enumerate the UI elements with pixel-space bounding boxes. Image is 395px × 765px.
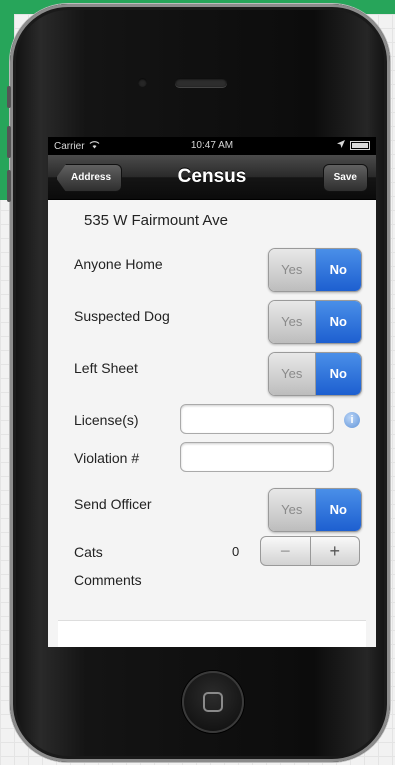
cats-label: Cats <box>74 544 103 560</box>
left-sheet-toggle[interactable]: Yes No <box>268 352 362 396</box>
left-sheet-label: Left Sheet <box>74 360 138 376</box>
front-camera <box>138 78 147 87</box>
home-square-icon <box>203 692 223 712</box>
comments-textarea[interactable] <box>58 620 366 647</box>
battery-icon <box>350 141 370 150</box>
row-suspected-dog: Suspected Dog Yes No <box>74 296 368 344</box>
row-left-sheet: Left Sheet Yes No <box>74 348 368 396</box>
anyone-home-no[interactable]: No <box>315 249 361 291</box>
phone-device: Carrier 10:47 AM Address Census Save 535… <box>7 4 390 762</box>
status-bar: Carrier 10:47 AM <box>48 137 376 155</box>
anyone-home-toggle[interactable]: Yes No <box>268 248 362 292</box>
earpiece-speaker <box>175 78 227 87</box>
anyone-home-yes[interactable]: Yes <box>269 249 316 291</box>
comments-label: Comments <box>74 572 142 588</box>
anyone-home-label: Anyone Home <box>74 256 163 272</box>
navigation-bar: Address Census Save <box>48 155 376 200</box>
volume-up-button <box>7 126 11 158</box>
license-input[interactable] <box>180 404 334 434</box>
status-right <box>337 140 370 151</box>
suspected-dog-label: Suspected Dog <box>74 308 170 324</box>
mute-switch <box>7 86 11 108</box>
send-officer-toggle[interactable]: Yes No <box>268 488 362 532</box>
row-violation: Violation # <box>74 438 368 478</box>
cats-count: 0 <box>232 544 240 559</box>
address-text: 535 W Fairmount Ave <box>84 212 228 229</box>
home-button[interactable] <box>182 671 244 733</box>
left-sheet-no[interactable]: No <box>315 353 361 395</box>
violation-label: Violation # <box>74 450 140 466</box>
send-officer-no[interactable]: No <box>315 489 361 531</box>
row-anyone-home: Anyone Home Yes No <box>74 244 368 292</box>
violation-input[interactable] <box>180 442 334 472</box>
volume-down-button <box>7 170 11 202</box>
suspected-dog-toggle[interactable]: Yes No <box>268 300 362 344</box>
info-icon[interactable]: i <box>344 412 360 428</box>
save-button[interactable]: Save <box>322 164 368 192</box>
license-label: License(s) <box>74 412 139 428</box>
send-officer-label: Send Officer <box>74 496 152 512</box>
row-send-officer: Send Officer Yes No <box>74 484 368 532</box>
row-comments: Comments <box>74 560 368 600</box>
status-time: 10:47 AM <box>190 140 234 151</box>
form-content: 535 W Fairmount Ave Anyone Home Yes No S… <box>48 200 376 647</box>
location-arrow-icon <box>337 140 345 151</box>
send-officer-yes[interactable]: Yes <box>269 489 316 531</box>
left-sheet-yes[interactable]: Yes <box>269 353 316 395</box>
phone-screen: Carrier 10:47 AM Address Census Save 535… <box>48 137 376 647</box>
suspected-dog-no[interactable]: No <box>315 301 361 343</box>
row-license: License(s) i <box>74 400 368 440</box>
suspected-dog-yes[interactable]: Yes <box>269 301 316 343</box>
